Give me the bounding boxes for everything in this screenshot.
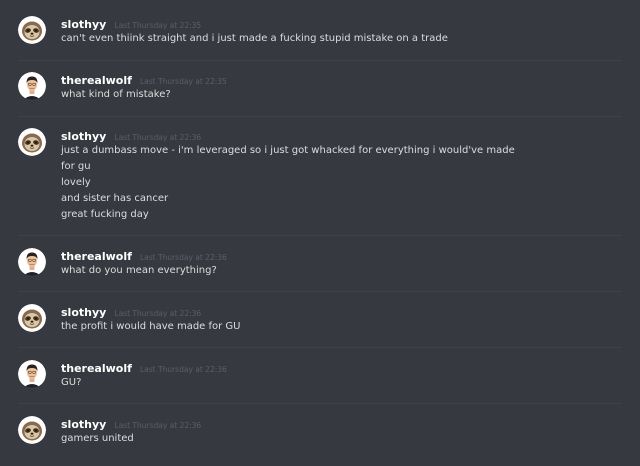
message-author[interactable]: therealwolf	[61, 250, 132, 263]
message-author[interactable]: therealwolf	[61, 362, 132, 375]
message-author[interactable]: slothyy	[61, 130, 106, 143]
message-author[interactable]: slothyy	[61, 18, 106, 31]
message-text: the profit i would have made for GU	[61, 321, 241, 332]
message-author[interactable]: slothyy	[61, 306, 106, 319]
message-timestamp: Last Thursday at 22:35	[114, 21, 202, 30]
message-timestamp: Last Thursday at 22:36	[114, 133, 202, 142]
message-timestamp: Last Thursday at 22:35	[140, 77, 227, 86]
message-text: what kind of mistake?	[61, 89, 171, 100]
message-text: GU?	[61, 377, 82, 388]
message-text: and sister has cancer	[61, 193, 169, 204]
message-divider	[18, 116, 622, 117]
sloth-avatar-icon[interactable]	[18, 416, 46, 444]
man-avatar-icon[interactable]	[18, 248, 46, 276]
sloth-avatar-icon[interactable]	[18, 304, 46, 332]
chat-message-list: slothyy Last Thursday at 22:35 can't eve…	[0, 0, 640, 466]
message-timestamp: Last Thursday at 22:36	[140, 365, 227, 374]
man-avatar-icon[interactable]	[18, 360, 46, 388]
message-timestamp: Last Thursday at 22:36	[114, 309, 202, 318]
message-author[interactable]: slothyy	[61, 418, 106, 431]
message-divider	[18, 347, 622, 348]
message-text: gamers united	[61, 433, 134, 444]
message-timestamp: Last Thursday at 22:36	[114, 421, 202, 430]
message-text: lovely	[61, 177, 91, 188]
sloth-avatar-icon[interactable]	[18, 128, 46, 156]
message-divider	[18, 235, 622, 236]
message-text: just a dumbass move - i'm leveraged so i…	[61, 145, 515, 156]
message-timestamp: Last Thursday at 22:36	[140, 253, 227, 262]
message-author[interactable]: therealwolf	[61, 74, 132, 87]
message-divider	[18, 291, 622, 292]
message-text: for gu	[61, 161, 91, 172]
message-divider	[18, 60, 622, 61]
message-text: can't even thiink straight and i just ma…	[61, 33, 448, 44]
message-text: what do you mean everything?	[61, 265, 217, 276]
message-text: great fucking day	[61, 209, 149, 220]
message-divider	[18, 403, 622, 404]
man-avatar-icon[interactable]	[18, 72, 46, 100]
sloth-avatar-icon[interactable]	[18, 16, 46, 44]
